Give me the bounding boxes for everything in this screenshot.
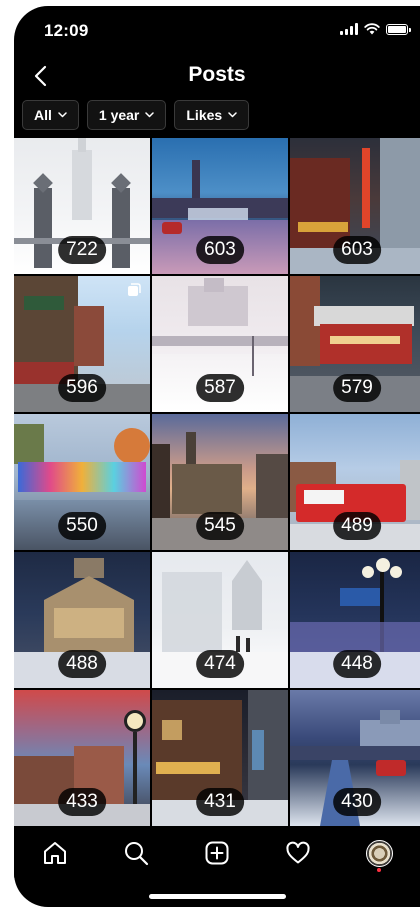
like-count: 579 xyxy=(333,374,381,402)
post-tile[interactable]: 722 xyxy=(14,138,150,274)
post-tile[interactable]: 448 xyxy=(290,552,420,688)
filter-content-type[interactable]: All xyxy=(22,100,79,130)
like-count: 587 xyxy=(196,374,244,402)
phone-screen: 12:09 Posts All 1 year Likes 722 603 603… xyxy=(14,6,420,907)
like-count: 550 xyxy=(58,512,106,540)
post-tile[interactable]: 488 xyxy=(14,552,150,688)
chevron-down-icon xyxy=(145,112,155,118)
filter-label: All xyxy=(34,107,52,123)
post-tile[interactable]: 430 xyxy=(290,690,420,826)
status-bar: 12:09 xyxy=(14,6,420,54)
bottom-nav xyxy=(14,828,420,878)
notification-dot xyxy=(377,868,382,872)
post-tile[interactable]: 579 xyxy=(290,276,420,412)
like-count: 603 xyxy=(333,236,381,264)
post-tile[interactable]: 603 xyxy=(152,138,288,274)
like-count: 603 xyxy=(196,236,244,264)
nav-new-post[interactable] xyxy=(197,833,237,873)
like-count: 489 xyxy=(333,512,381,540)
nav-profile[interactable] xyxy=(359,833,399,873)
filter-label: 1 year xyxy=(98,107,140,123)
post-tile[interactable]: 550 xyxy=(14,414,150,550)
posts-grid: 722 603 603 596 587 579 550 545 489 488 … xyxy=(14,138,420,826)
wifi-icon xyxy=(364,23,380,35)
like-count: 433 xyxy=(58,788,106,816)
like-count: 430 xyxy=(333,788,381,816)
nav-search[interactable] xyxy=(116,833,156,873)
like-count: 488 xyxy=(58,650,106,678)
filter-label: Likes xyxy=(186,107,223,123)
multiple-photos-icon xyxy=(128,283,141,296)
profile-avatar xyxy=(365,839,393,867)
post-tile[interactable]: 474 xyxy=(152,552,288,688)
post-tile[interactable]: 603 xyxy=(290,138,420,274)
battery-icon xyxy=(386,24,411,35)
like-count: 448 xyxy=(333,650,381,678)
like-count: 596 xyxy=(58,374,106,402)
status-icons xyxy=(340,23,411,35)
home-icon xyxy=(43,842,66,864)
chevron-down-icon xyxy=(58,112,67,118)
cellular-signal-icon xyxy=(340,23,358,35)
filter-bar: All 1 year Likes xyxy=(22,100,250,130)
post-tile[interactable]: 596 xyxy=(14,276,150,412)
header: Posts xyxy=(14,54,420,98)
activity-heart-icon xyxy=(286,841,310,864)
post-tile[interactable]: 545 xyxy=(152,414,288,550)
post-tile[interactable]: 489 xyxy=(290,414,420,550)
like-count: 722 xyxy=(58,236,106,264)
post-tile[interactable]: 433 xyxy=(14,690,150,826)
home-indicator xyxy=(149,894,286,899)
new-post-icon xyxy=(205,841,229,865)
filter-time-range[interactable]: 1 year xyxy=(86,100,167,130)
status-time: 12:09 xyxy=(44,21,89,40)
filter-metric[interactable]: Likes xyxy=(174,100,250,130)
search-icon xyxy=(124,842,148,866)
like-count: 431 xyxy=(196,788,244,816)
chevron-down-icon xyxy=(228,112,237,118)
post-tile[interactable]: 431 xyxy=(152,690,288,826)
post-tile[interactable]: 587 xyxy=(152,276,288,412)
nav-activity[interactable] xyxy=(278,833,318,873)
nav-home[interactable] xyxy=(35,833,75,873)
like-count: 545 xyxy=(196,512,244,540)
like-count: 474 xyxy=(196,650,244,678)
page-title: Posts xyxy=(188,63,246,86)
